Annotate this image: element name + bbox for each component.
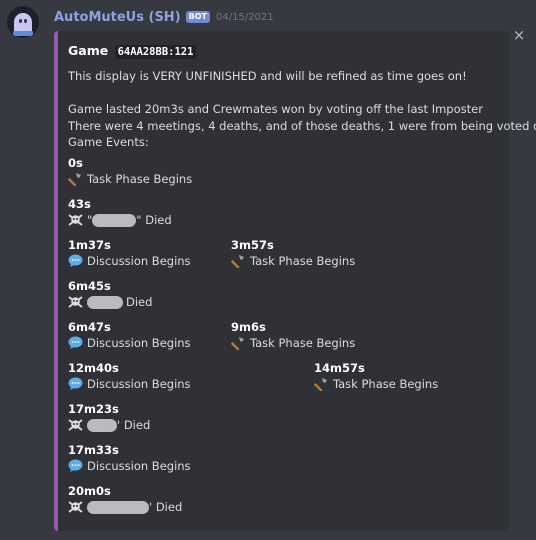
event-field: 1m37s Discussion Begins <box>68 237 191 269</box>
event-field: 12m40s Discussion Begins <box>68 360 191 392</box>
event-time: 9m6s <box>231 320 266 334</box>
message-timestamp[interactable]: 04/15/2021 <box>216 12 274 23</box>
speech-bubble-icon <box>68 254 83 268</box>
speech-bubble-icon <box>68 459 83 473</box>
event-text: Died <box>126 295 153 309</box>
event-field: 17m33s Discussion Begins <box>68 442 191 474</box>
hammer-icon <box>313 377 329 392</box>
event-text: Discussion Begins <box>87 459 191 473</box>
hammer-icon <box>230 336 246 351</box>
skull-crossbones-icon <box>68 213 83 227</box>
event-time: 1m37s <box>68 238 111 252</box>
event-text: Task Phase Begins <box>333 377 439 391</box>
event-time: 0s <box>68 156 83 170</box>
redacted-name <box>87 295 123 309</box>
event-field: 43s " " Died <box>68 196 172 228</box>
event-field: 6m47s Discussion Begins <box>68 319 191 351</box>
event-field: 0s Task Phase Begins <box>67 155 193 187</box>
event-text: ' Died <box>149 500 183 514</box>
description-line: Game lasted 20m3s and Crewmates won by v… <box>68 102 483 116</box>
message-header: AutoMuteUs (SH) BOT 04/15/2021 <box>54 8 274 26</box>
game-embed: Game 64AA28BB:121 This display is VERY U… <box>54 31 536 531</box>
event-text: Task Phase Begins <box>250 254 356 268</box>
event-time: 17m23s <box>68 402 119 416</box>
description-line: There were 4 meetings, 4 deaths, and of … <box>68 118 536 133</box>
event-time: 20m0s <box>68 484 111 498</box>
description-line: Game Events: <box>68 135 149 149</box>
event-field: 17m23s ' Died <box>68 401 150 433</box>
event-text: " Died <box>136 213 172 227</box>
ghost-logo-icon <box>14 13 32 33</box>
event-time: 3m57s <box>231 238 274 252</box>
bot-avatar[interactable] <box>7 6 39 38</box>
description-line: This display is VERY UNFINISHED and will… <box>68 69 467 83</box>
speech-bubble-icon <box>68 377 83 391</box>
embed-title: Game 64AA28BB:121 <box>68 43 197 59</box>
game-code: 64AA28BB:121 <box>114 45 197 59</box>
event-text: Task Phase Begins <box>87 172 193 186</box>
event-text: Discussion Begins <box>87 254 191 268</box>
event-time: 43s <box>68 197 91 211</box>
event-field: 6m45s Died <box>68 278 152 310</box>
hammer-icon <box>230 254 246 269</box>
embed-title-text: Game <box>68 43 109 58</box>
redacted-name <box>87 418 117 432</box>
event-field: 20m0s ' Died <box>68 483 182 515</box>
redacted-name <box>92 213 137 227</box>
bot-username[interactable]: AutoMuteUs (SH) <box>54 10 181 25</box>
skull-crossbones-icon <box>68 295 83 309</box>
embed-description: This display is VERY UNFINISHED and will… <box>68 68 536 151</box>
event-time: 14m57s <box>314 361 365 375</box>
skull-crossbones-icon <box>68 418 83 432</box>
event-field: 3m57s Task Phase Begins <box>230 237 356 269</box>
event-field: 14m57s Task Phase Begins <box>313 360 439 392</box>
event-time: 6m47s <box>68 320 111 334</box>
event-text: Discussion Begins <box>87 336 191 350</box>
redacted-name <box>87 500 149 514</box>
avatar-tag <box>13 31 33 36</box>
event-text: Discussion Begins <box>87 377 191 391</box>
skull-crossbones-icon <box>68 500 83 514</box>
event-text: ' Died <box>117 418 151 432</box>
event-field: 9m6s Task Phase Begins <box>230 319 356 351</box>
event-time: 6m45s <box>68 279 111 293</box>
hammer-icon <box>67 172 83 187</box>
bot-badge: BOT <box>185 11 210 23</box>
speech-bubble-icon <box>68 336 83 350</box>
close-icon[interactable]: × <box>511 27 527 43</box>
event-time: 12m40s <box>68 361 119 375</box>
event-time: 17m33s <box>68 443 119 457</box>
event-text: Task Phase Begins <box>250 336 356 350</box>
